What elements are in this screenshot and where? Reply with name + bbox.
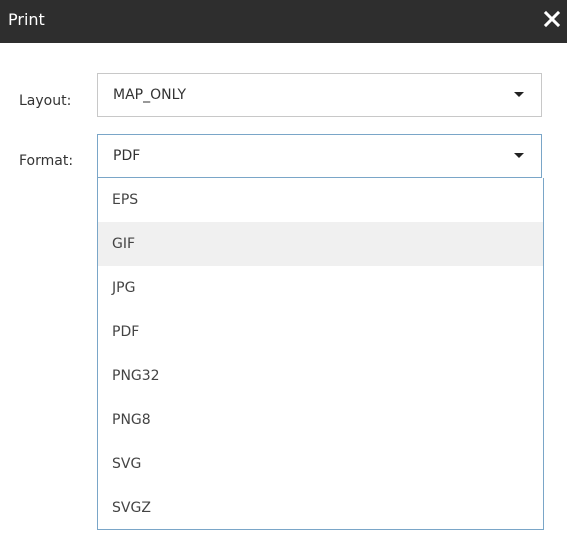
format-option-label: SVGZ	[112, 500, 151, 516]
format-option[interactable]: EPS	[98, 178, 543, 222]
layout-label: Layout:	[19, 93, 72, 109]
layout-select-value: MAP_ONLY	[113, 87, 187, 103]
chevron-down-icon	[514, 92, 524, 97]
format-option-label: PDF	[112, 324, 140, 340]
layout-select[interactable]: MAP_ONLY	[97, 73, 542, 117]
format-dropdown-menu: EPS GIF JPG PDF PNG32 PNG8 SVG SVGZ	[97, 178, 544, 530]
format-option-label: PNG8	[112, 412, 151, 428]
chevron-down-icon	[514, 153, 524, 158]
close-icon	[543, 10, 561, 28]
format-option-label: EPS	[112, 192, 139, 208]
format-option[interactable]: JPG	[98, 266, 543, 310]
format-option-label: GIF	[112, 236, 136, 252]
close-button[interactable]	[537, 4, 567, 34]
format-option[interactable]: SVGZ	[98, 486, 543, 530]
format-option-label: JPG	[112, 280, 136, 296]
format-select-value: PDF	[113, 148, 141, 164]
format-option-label: PNG32	[112, 368, 160, 384]
format-label: Format:	[19, 153, 74, 169]
format-option[interactable]: PNG8	[98, 398, 543, 442]
format-option[interactable]: SVG	[98, 442, 543, 486]
format-option[interactable]: PNG32	[98, 354, 543, 398]
format-select[interactable]: PDF	[97, 134, 542, 178]
title-bar: Print	[0, 0, 567, 43]
format-option[interactable]: PDF	[98, 310, 543, 354]
format-option-label: SVG	[112, 456, 142, 472]
dialog-title: Print	[8, 10, 45, 29]
print-dialog: Print Layout: MAP_ONLY Format: PDF EPS G…	[0, 0, 567, 533]
format-option[interactable]: GIF	[98, 222, 543, 266]
